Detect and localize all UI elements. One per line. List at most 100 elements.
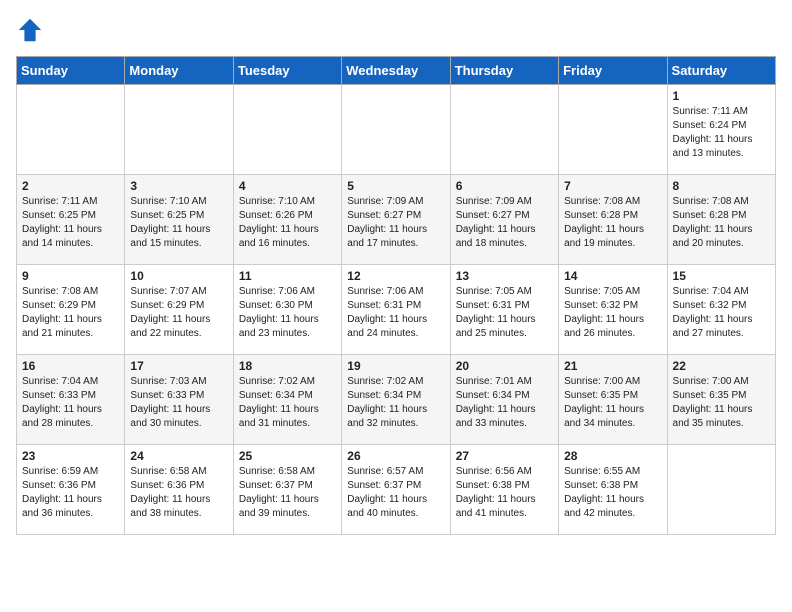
day-info: Sunrise: 7:10 AM Sunset: 6:25 PM Dayligh… [130, 195, 227, 251]
calendar-week-1: 1 Sunrise: 7:11 AM Sunset: 6:24 PM Daylig… [17, 85, 776, 175]
day-header-monday: Monday [125, 57, 233, 85]
calendar-cell: 19 Sunrise: 7:02 AM Sunset: 6:34 PM Dayli… [342, 355, 450, 445]
calendar-cell: 10 Sunrise: 7:07 AM Sunset: 6:29 PM Dayli… [125, 265, 233, 355]
day-info: Sunrise: 7:02 AM Sunset: 6:34 PM Dayligh… [347, 375, 444, 431]
day-info: Sunrise: 7:05 AM Sunset: 6:31 PM Dayligh… [456, 285, 553, 341]
day-number: 10 [130, 269, 227, 283]
day-header-sunday: Sunday [17, 57, 125, 85]
calendar-cell: 14 Sunrise: 7:05 AM Sunset: 6:32 PM Dayli… [559, 265, 667, 355]
calendar-cell: 20 Sunrise: 7:01 AM Sunset: 6:34 PM Dayli… [450, 355, 558, 445]
calendar-cell: 24 Sunrise: 6:58 AM Sunset: 6:36 PM Dayli… [125, 445, 233, 535]
day-header-friday: Friday [559, 57, 667, 85]
day-info: Sunrise: 7:08 AM Sunset: 6:29 PM Dayligh… [22, 285, 119, 341]
calendar-cell [559, 85, 667, 175]
day-number: 4 [239, 179, 336, 193]
day-number: 1 [673, 89, 770, 103]
day-number: 13 [456, 269, 553, 283]
calendar-cell [342, 85, 450, 175]
calendar-cell: 13 Sunrise: 7:05 AM Sunset: 6:31 PM Dayli… [450, 265, 558, 355]
day-number: 2 [22, 179, 119, 193]
day-number: 23 [22, 449, 119, 463]
day-number: 17 [130, 359, 227, 373]
day-info: Sunrise: 7:11 AM Sunset: 6:25 PM Dayligh… [22, 195, 119, 251]
day-number: 14 [564, 269, 661, 283]
day-number: 21 [564, 359, 661, 373]
calendar-cell: 2 Sunrise: 7:11 AM Sunset: 6:25 PM Daylig… [17, 175, 125, 265]
calendar: SundayMondayTuesdayWednesdayThursdayFrid… [16, 56, 776, 535]
calendar-cell: 23 Sunrise: 6:59 AM Sunset: 6:36 PM Dayli… [17, 445, 125, 535]
calendar-cell [450, 85, 558, 175]
day-info: Sunrise: 7:00 AM Sunset: 6:35 PM Dayligh… [564, 375, 661, 431]
day-number: 12 [347, 269, 444, 283]
day-number: 25 [239, 449, 336, 463]
calendar-cell: 18 Sunrise: 7:02 AM Sunset: 6:34 PM Dayli… [233, 355, 341, 445]
day-header-thursday: Thursday [450, 57, 558, 85]
day-number: 9 [22, 269, 119, 283]
calendar-cell: 3Sunrise: 7:10 AM Sunset: 6:25 PM Daylig… [125, 175, 233, 265]
calendar-cell: 8 Sunrise: 7:08 AM Sunset: 6:28 PM Daylig… [667, 175, 775, 265]
day-number: 22 [673, 359, 770, 373]
calendar-cell: 17Sunrise: 7:03 AM Sunset: 6:33 PM Dayli… [125, 355, 233, 445]
day-number: 11 [239, 269, 336, 283]
day-info: Sunrise: 7:04 AM Sunset: 6:32 PM Dayligh… [673, 285, 770, 341]
calendar-cell [233, 85, 341, 175]
day-info: Sunrise: 7:06 AM Sunset: 6:30 PM Dayligh… [239, 285, 336, 341]
day-info: Sunrise: 7:01 AM Sunset: 6:34 PM Dayligh… [456, 375, 553, 431]
page-header [16, 16, 776, 44]
calendar-cell [17, 85, 125, 175]
calendar-week-4: 16Sunrise: 7:04 AM Sunset: 6:33 PM Dayli… [17, 355, 776, 445]
day-header-saturday: Saturday [667, 57, 775, 85]
day-info: Sunrise: 6:58 AM Sunset: 6:36 PM Dayligh… [130, 465, 227, 521]
day-number: 18 [239, 359, 336, 373]
calendar-cell: 27 Sunrise: 6:56 AM Sunset: 6:38 PM Dayli… [450, 445, 558, 535]
calendar-cell: 9 Sunrise: 7:08 AM Sunset: 6:29 PM Daylig… [17, 265, 125, 355]
day-info: Sunrise: 6:59 AM Sunset: 6:36 PM Dayligh… [22, 465, 119, 521]
day-info: Sunrise: 7:09 AM Sunset: 6:27 PM Dayligh… [456, 195, 553, 251]
calendar-cell [125, 85, 233, 175]
calendar-week-5: 23 Sunrise: 6:59 AM Sunset: 6:36 PM Dayli… [17, 445, 776, 535]
day-info: Sunrise: 7:09 AM Sunset: 6:27 PM Dayligh… [347, 195, 444, 251]
calendar-cell [667, 445, 775, 535]
day-info: Sunrise: 7:02 AM Sunset: 6:34 PM Dayligh… [239, 375, 336, 431]
day-number: 19 [347, 359, 444, 373]
day-info: Sunrise: 7:04 AM Sunset: 6:33 PM Dayligh… [22, 375, 119, 431]
day-info: Sunrise: 6:57 AM Sunset: 6:37 PM Dayligh… [347, 465, 444, 521]
logo [16, 16, 48, 44]
calendar-week-2: 2 Sunrise: 7:11 AM Sunset: 6:25 PM Daylig… [17, 175, 776, 265]
day-info: Sunrise: 7:10 AM Sunset: 6:26 PM Dayligh… [239, 195, 336, 251]
calendar-cell: 5 Sunrise: 7:09 AM Sunset: 6:27 PM Daylig… [342, 175, 450, 265]
day-info: Sunrise: 6:55 AM Sunset: 6:38 PM Dayligh… [564, 465, 661, 521]
day-info: Sunrise: 7:05 AM Sunset: 6:32 PM Dayligh… [564, 285, 661, 341]
day-info: Sunrise: 7:08 AM Sunset: 6:28 PM Dayligh… [673, 195, 770, 251]
calendar-week-3: 9 Sunrise: 7:08 AM Sunset: 6:29 PM Daylig… [17, 265, 776, 355]
calendar-header-row: SundayMondayTuesdayWednesdayThursdayFrid… [17, 57, 776, 85]
day-number: 7 [564, 179, 661, 193]
calendar-cell: 15 Sunrise: 7:04 AM Sunset: 6:32 PM Dayli… [667, 265, 775, 355]
day-number: 6 [456, 179, 553, 193]
day-info: Sunrise: 7:11 AM Sunset: 6:24 PM Dayligh… [673, 105, 770, 161]
day-number: 28 [564, 449, 661, 463]
day-info: Sunrise: 6:56 AM Sunset: 6:38 PM Dayligh… [456, 465, 553, 521]
day-number: 24 [130, 449, 227, 463]
calendar-cell: 26 Sunrise: 6:57 AM Sunset: 6:37 PM Dayli… [342, 445, 450, 535]
day-header-wednesday: Wednesday [342, 57, 450, 85]
day-number: 8 [673, 179, 770, 193]
calendar-cell: 16Sunrise: 7:04 AM Sunset: 6:33 PM Dayli… [17, 355, 125, 445]
calendar-cell: 25Sunrise: 6:58 AM Sunset: 6:37 PM Dayli… [233, 445, 341, 535]
calendar-cell: 1 Sunrise: 7:11 AM Sunset: 6:24 PM Daylig… [667, 85, 775, 175]
day-number: 15 [673, 269, 770, 283]
calendar-cell: 22 Sunrise: 7:00 AM Sunset: 6:35 PM Dayli… [667, 355, 775, 445]
day-info: Sunrise: 7:07 AM Sunset: 6:29 PM Dayligh… [130, 285, 227, 341]
day-number: 26 [347, 449, 444, 463]
day-number: 27 [456, 449, 553, 463]
calendar-cell: 28 Sunrise: 6:55 AM Sunset: 6:38 PM Dayli… [559, 445, 667, 535]
calendar-cell: 11 Sunrise: 7:06 AM Sunset: 6:30 PM Dayli… [233, 265, 341, 355]
calendar-cell: 6 Sunrise: 7:09 AM Sunset: 6:27 PM Daylig… [450, 175, 558, 265]
calendar-cell: 4 Sunrise: 7:10 AM Sunset: 6:26 PM Daylig… [233, 175, 341, 265]
day-info: Sunrise: 7:08 AM Sunset: 6:28 PM Dayligh… [564, 195, 661, 251]
day-header-tuesday: Tuesday [233, 57, 341, 85]
day-info: Sunrise: 7:00 AM Sunset: 6:35 PM Dayligh… [673, 375, 770, 431]
day-number: 20 [456, 359, 553, 373]
logo-icon [16, 16, 44, 44]
day-number: 5 [347, 179, 444, 193]
